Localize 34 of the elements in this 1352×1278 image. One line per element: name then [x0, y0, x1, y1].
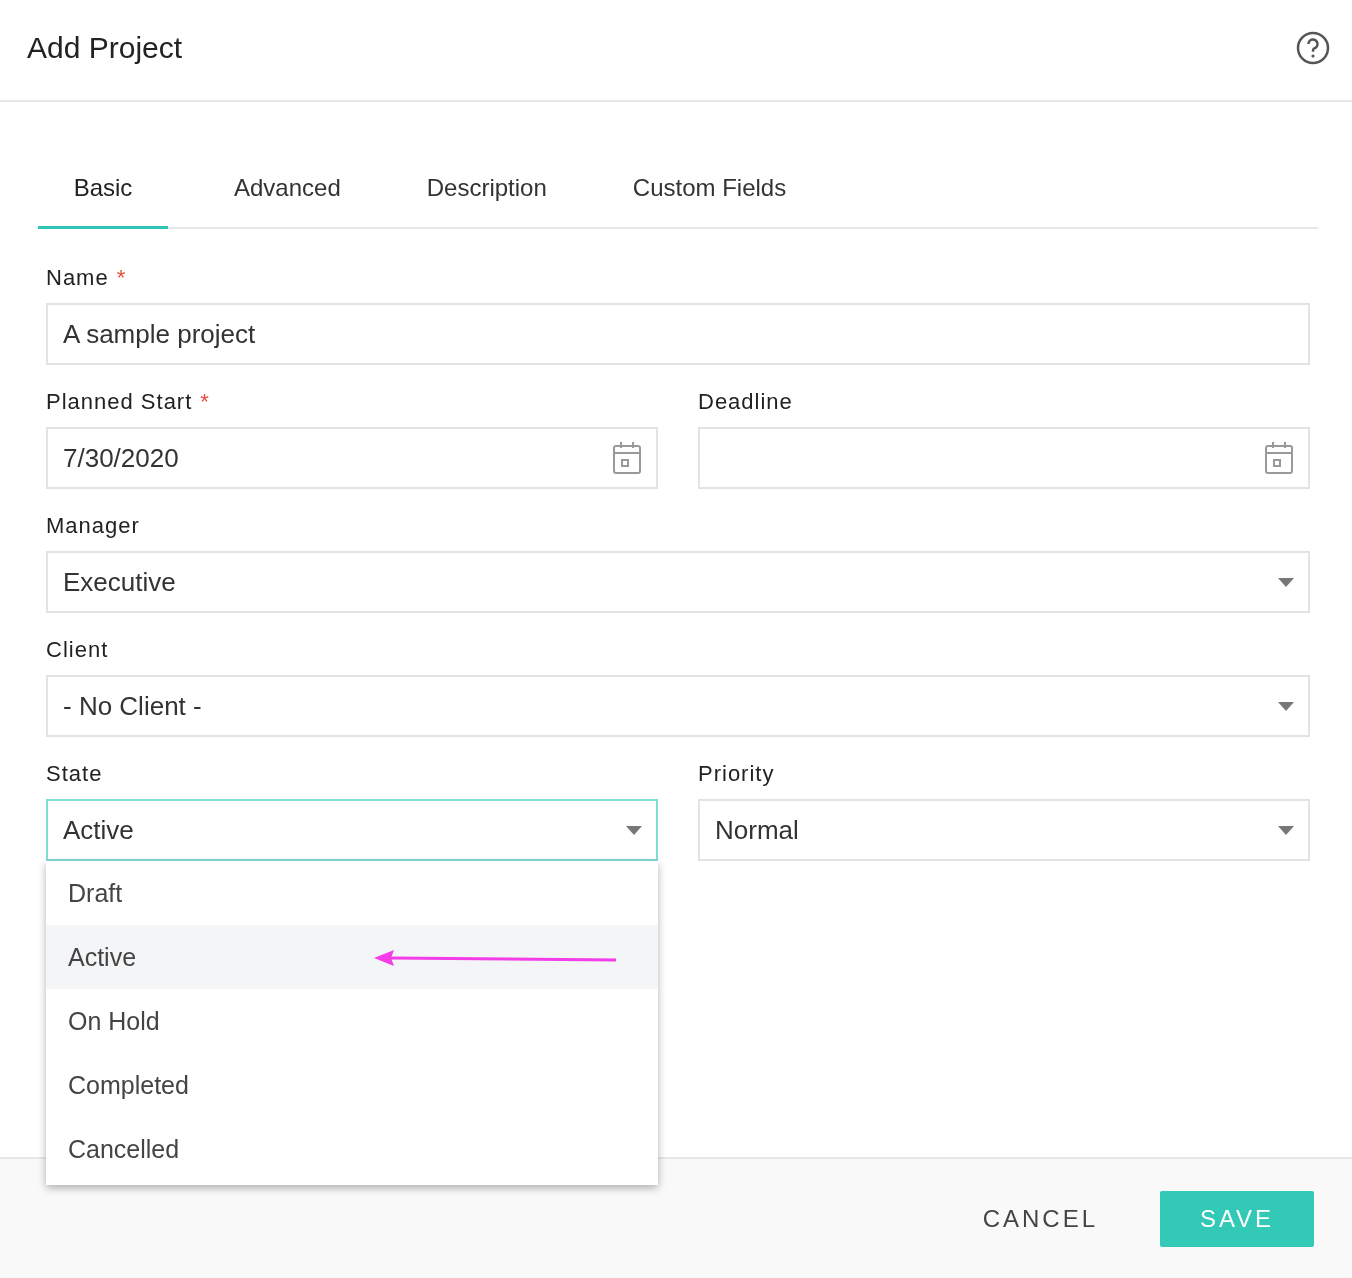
caret-icon	[1278, 825, 1294, 835]
tab[interactable]: Basic	[38, 156, 168, 229]
required-mark: *	[116, 265, 127, 290]
caret-icon	[626, 825, 642, 835]
field-label: Client	[46, 637, 109, 662]
dropdown-option[interactable]: Active	[46, 925, 658, 989]
select-field[interactable]: Executive	[46, 551, 1310, 613]
caret-icon	[1278, 577, 1294, 587]
caret-icon	[1278, 701, 1294, 711]
dropdown-option[interactable]: On Hold	[46, 989, 658, 1053]
required-mark: *	[200, 389, 210, 414]
text-field[interactable]: A sample project	[46, 303, 1310, 365]
tab[interactable]: Advanced	[214, 156, 361, 229]
field-label: Name	[46, 265, 109, 290]
cancel-button[interactable]: CANCEL	[976, 1203, 1104, 1234]
tab[interactable]: Custom Fields	[612, 156, 807, 229]
dropdown-option[interactable]: Draft	[46, 861, 658, 925]
calendar-icon[interactable]	[612, 441, 642, 475]
field-label: State	[46, 761, 103, 786]
date-field[interactable]: 7/30/2020	[46, 427, 658, 489]
select-field[interactable]: - No Client -	[46, 675, 1310, 737]
calendar-icon[interactable]	[1264, 441, 1294, 475]
tab[interactable]: Description	[406, 156, 567, 229]
field-label: Priority	[698, 761, 775, 786]
dropdown-option[interactable]: Completed	[46, 1053, 658, 1117]
field-label: Manager	[46, 513, 140, 538]
help-icon[interactable]	[1296, 31, 1330, 65]
select-field[interactable]: Active	[46, 799, 658, 861]
dialog-title: Add Project	[27, 31, 183, 65]
field-label: Deadline	[698, 389, 793, 414]
field-label: Planned Start	[46, 389, 193, 414]
select-field[interactable]: Normal	[698, 799, 1310, 861]
dropdown-option[interactable]: Cancelled	[46, 1117, 658, 1181]
date-field[interactable]	[698, 427, 1310, 489]
